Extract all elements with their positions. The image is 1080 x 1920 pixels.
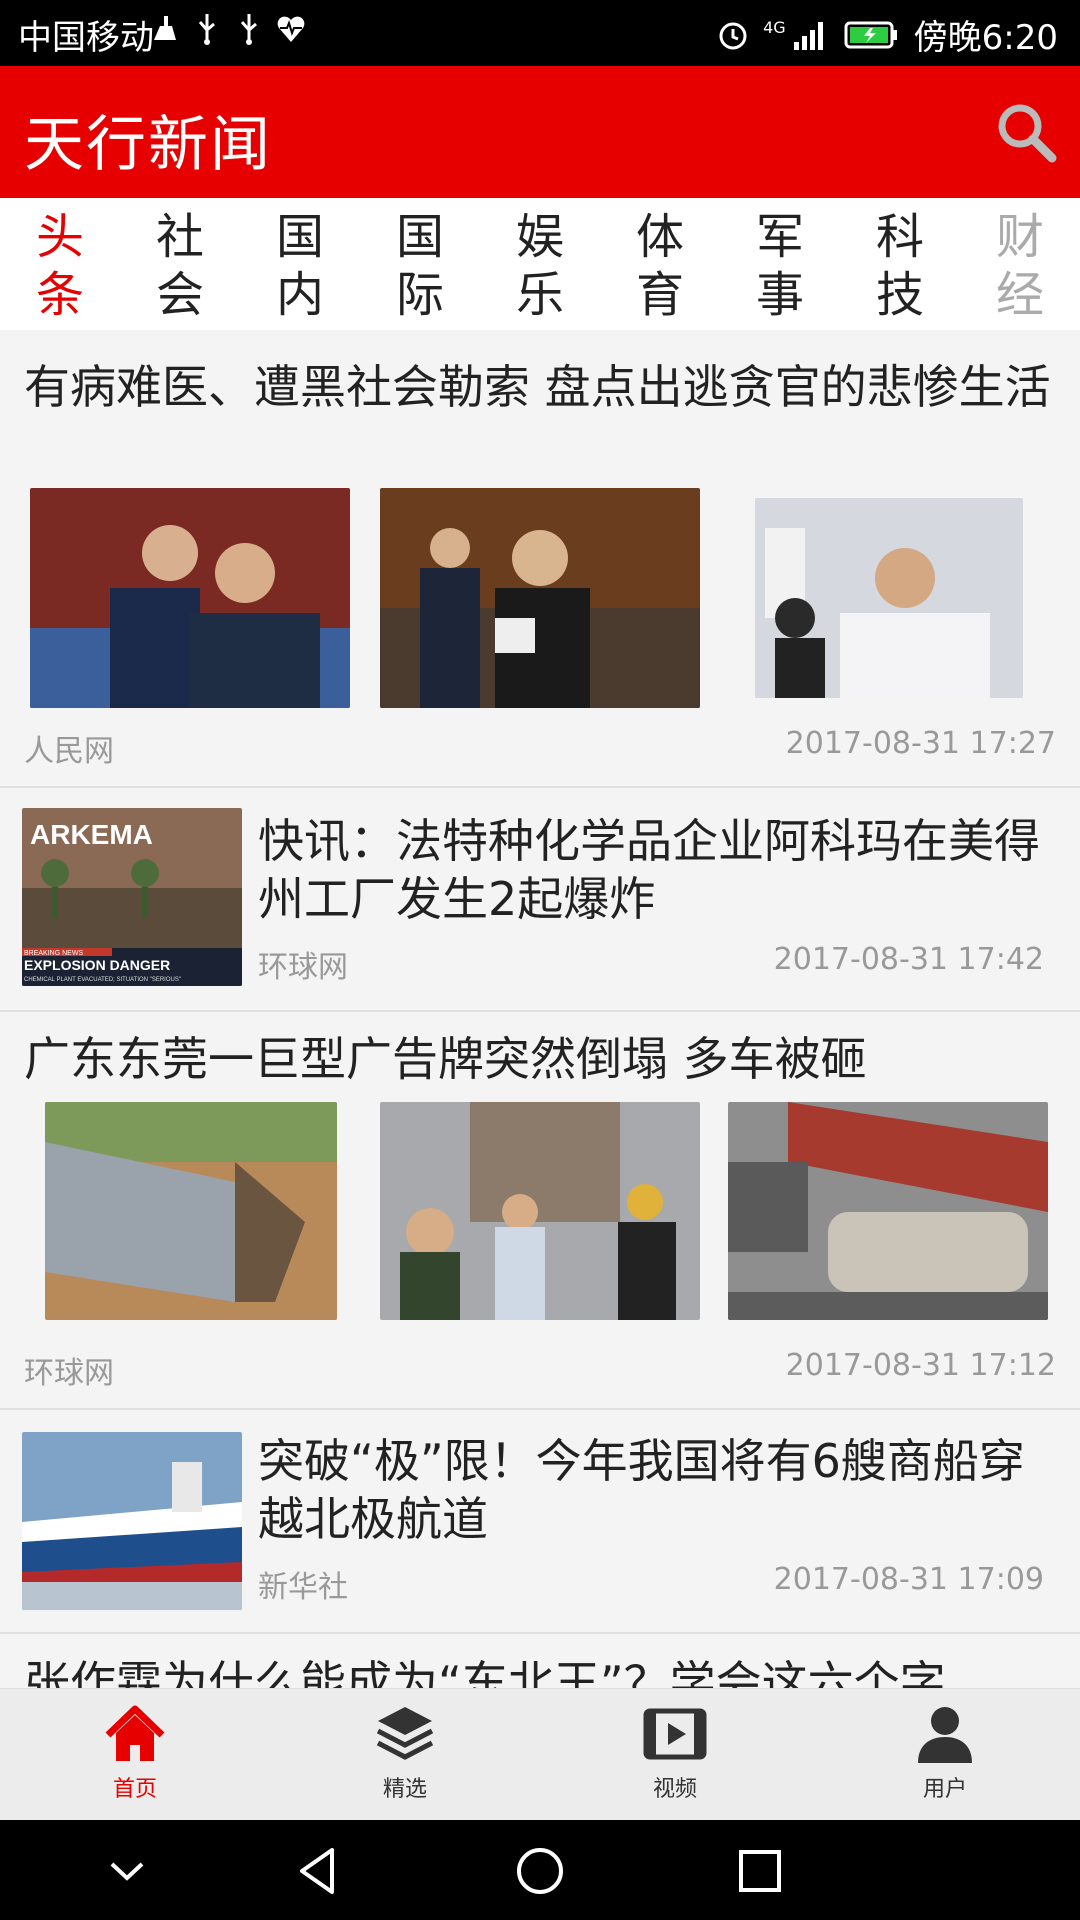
nav-featured[interactable]: 精选 [335,1701,475,1803]
tab-label: 国 [275,209,324,265]
tab-label: 乐 [515,267,564,323]
tab-society[interactable]: 社会 [150,208,210,324]
status-bar: 中国移动 4G 傍晚6:20 [0,0,1080,66]
news-thumbnail [380,1102,700,1320]
search-icon[interactable] [994,100,1058,164]
tab-label: 内 [275,267,324,323]
recents-icon[interactable] [733,1844,787,1898]
news-thumbnail [30,488,350,708]
carrier-name: 中国移动 [18,18,154,58]
nav-user[interactable]: 用户 [875,1701,1015,1803]
news-thumbnail [755,498,1023,698]
tab-technology[interactable]: 科技 [870,208,930,324]
news-time: 2017-08-31 17:42 [773,942,1044,977]
user-icon [918,1707,972,1763]
news-headline: 广东东莞一巨型广告牌突然倒塌 多车被砸 [24,1032,867,1086]
battery-charging-icon [844,21,897,48]
news-source: 人民网 [24,734,114,769]
tab-label: 头 [35,209,84,265]
tab-label: 娱 [515,209,564,265]
news-thumbnail [22,1432,242,1610]
news-thumbnail [728,1102,1048,1320]
news-thumbnail [45,1102,337,1320]
news-thumbnail [380,488,700,708]
app-header: 天行新闻 [0,66,1080,198]
news-headline: 有病难医、遭黑社会勒索 盘点出逃贪官的悲惨生活 [24,360,1051,414]
tab-label: 国 [395,209,444,265]
news-item[interactable]: 广东东莞一巨型广告牌突然倒塌 多车被砸 环球网 2017-08-31 17:12 [0,1010,1080,1410]
tab-label: 社 [155,209,204,265]
system-nav-bar [0,1820,1080,1920]
nav-video[interactable]: 视频 [605,1701,745,1803]
nav-label: 用户 [922,1777,967,1802]
nav-home[interactable]: 首页 [65,1701,205,1803]
tab-international[interactable]: 国际 [390,208,450,324]
tab-label: 体 [635,209,684,265]
tab-label: 科 [875,209,924,265]
chevron-down-icon[interactable] [100,1844,154,1898]
home-circle-icon[interactable] [513,1844,567,1898]
tab-label: 财 [995,209,1044,265]
news-source: 环球网 [258,950,348,985]
signal-icon [793,21,823,50]
layers-icon [376,1707,434,1760]
bottom-nav: 首页 精选 视频 用户 [0,1688,1080,1821]
tab-domestic[interactable]: 国内 [270,208,330,324]
alarm-icon [719,22,747,49]
usb-icon [198,14,215,45]
home-icon [105,1705,165,1761]
tab-label: 技 [875,267,924,323]
clock: 傍晚6:20 [913,18,1058,58]
tab-entertainment[interactable]: 娱乐 [510,208,570,324]
system-status-icons: 4G 傍晚6:20 [717,10,1058,59]
nav-label: 视频 [652,1777,697,1802]
news-source: 新华社 [258,1570,348,1605]
tab-label: 条 [35,267,84,323]
tab-headlines[interactable]: 头条 [30,208,90,324]
back-icon[interactable] [292,1844,346,1898]
tab-label: 际 [395,267,444,323]
category-tabs: 头条 社会 国内 国际 娱乐 体育 军事 科技 财经 [0,198,1080,330]
news-time: 2017-08-31 17:12 [785,1348,1056,1383]
nav-label: 首页 [112,1777,157,1802]
news-time: 2017-08-31 17:09 [773,1562,1044,1597]
usb-icon [240,14,257,45]
news-item[interactable]: 张作霖为什么能成为“东北王”？学会这六个字 [0,1632,1080,1688]
cleaner-icon [154,16,176,40]
nav-label: 精选 [382,1777,427,1802]
thumbnail-title-text: EXPLOSION DANGER [24,957,170,973]
news-item[interactable]: 有病难医、遭黑社会勒索 盘点出逃贪官的悲惨生活 人民网 2017-08-31 1… [0,330,1080,788]
news-feed[interactable]: 有病难医、遭黑社会勒索 盘点出逃贪官的悲惨生活 人民网 2017-08-31 1… [0,330,1080,1688]
news-headline: 快讯：法特种化学品企业阿科玛在美得州工厂发生2起爆炸 [258,814,1040,926]
tab-label: 事 [755,267,804,323]
news-item[interactable]: 突破“极”限！今年我国将有6艘商船穿越北极航道 新华社 2017-08-31 1… [0,1408,1080,1634]
tab-label: 军 [755,209,804,265]
video-icon [643,1708,707,1760]
news-source: 环球网 [24,1356,114,1391]
tab-sports[interactable]: 体育 [630,208,690,324]
thumbnail-breaking-text: BREAKING NEWS [24,950,83,957]
notification-icons [150,12,306,46]
tab-military[interactable]: 军事 [750,208,810,324]
news-headline: 张作霖为什么能成为“东北王”？学会这六个字 [24,1656,946,1688]
tab-label: 育 [635,267,684,323]
news-thumbnail: ARKEMA BREAKING NEWS EXPLOSION DANGER CH… [22,808,242,986]
tab-label: 会 [155,267,204,323]
news-time: 2017-08-31 17:27 [785,726,1056,761]
tab-label: 经 [995,267,1044,323]
news-item[interactable]: ARKEMA BREAKING NEWS EXPLOSION DANGER CH… [0,786,1080,1012]
heart-pulse-icon [277,16,305,42]
thumbnail-sub-text: CHEMICAL PLANT EVACUATED; SITUATION "SER… [24,977,181,983]
app-title: 天行新闻 [24,110,272,180]
tab-finance[interactable]: 财经 [990,208,1050,324]
network-type: 4G [763,18,786,37]
thumbnail-brand-text: ARKEMA [30,819,153,850]
news-headline: 突破“极”限！今年我国将有6艘商船穿越北极航道 [258,1434,1025,1546]
